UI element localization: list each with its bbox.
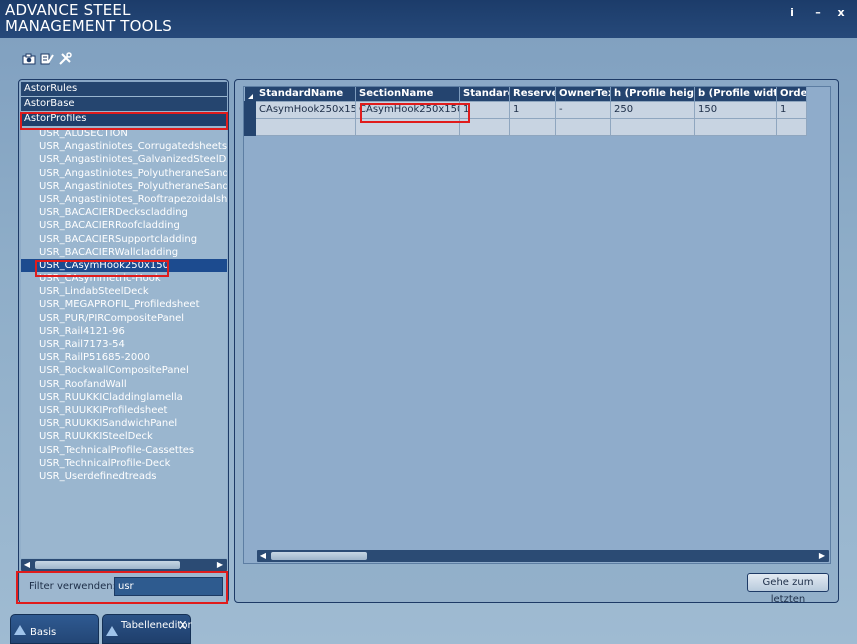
edit-icon[interactable]	[40, 52, 54, 66]
goto-last-button[interactable]: Gehe zum letzten	[747, 573, 829, 605]
toolbar	[22, 52, 72, 68]
profile-tree: AstorRules AstorBase AstorProfiles USR_A…	[21, 82, 227, 558]
tree-root-astorbase[interactable]: AstorBase	[21, 97, 227, 111]
table-cell[interactable]: -	[555, 100, 611, 119]
table-cell[interactable]	[255, 117, 356, 136]
tree-item[interactable]: USR_TechnicalProfile-Deck	[21, 457, 227, 470]
tree-item[interactable]: USR_MEGAPROFIL_Profiledsheet	[21, 298, 227, 311]
tree-item[interactable]: USR_Angastiniotes_PolyutheraneSandwichWa	[21, 180, 227, 193]
tree-item[interactable]: USR_RUUKKIProfiledsheet	[21, 404, 227, 417]
tree-item[interactable]: USR_Rail7173-54	[21, 338, 227, 351]
tree-item[interactable]: USR_TechnicalProfile-Cassettes	[21, 444, 227, 457]
column-header[interactable]: Reserved	[509, 87, 556, 101]
table-panel: StandardNameSectionNameStandardsReserved…	[234, 79, 839, 605]
table-cell[interactable]: 1	[776, 100, 807, 119]
tree-item[interactable]: USR_PUR/PIRCompositePanel	[21, 312, 227, 325]
app-title-line2: MANAGEMENT TOOLS	[5, 17, 172, 35]
tree-scroll-thumb[interactable]	[35, 561, 180, 569]
table-cell[interactable]: 1	[509, 100, 556, 119]
title-bar: ADVANCE STEEL MANAGEMENT TOOLS i – x	[0, 0, 857, 38]
grid-corner	[244, 87, 256, 101]
tree-item[interactable]: USR_BACACIERRoofcladding	[21, 219, 227, 232]
minimize-button[interactable]: –	[811, 6, 825, 19]
table-cell[interactable]	[555, 117, 611, 136]
tree-item[interactable]: USR_BACACIERWallcladding	[21, 246, 227, 259]
tree-item[interactable]: USR_RUUKKISandwichPanel	[21, 417, 227, 430]
column-header[interactable]: b (Profile width)	[694, 87, 777, 101]
profiles-panel: AstorRules AstorBase AstorProfiles USR_A…	[16, 79, 229, 604]
table-cell[interactable]: 250	[610, 100, 695, 119]
tree-item[interactable]: USR_LindabSteelDeck	[21, 285, 227, 298]
table-cell[interactable]	[694, 117, 777, 136]
column-header[interactable]: Order	[776, 87, 807, 101]
column-header[interactable]: StandardName	[255, 87, 356, 101]
tree-item[interactable]: USR_Userdefinedtreads	[21, 470, 227, 483]
tree-item[interactable]: USR_RoofandWall	[21, 378, 227, 391]
grid-scroll-thumb[interactable]	[271, 552, 367, 560]
filter-input[interactable]: usr	[114, 577, 223, 596]
close-button[interactable]: x	[834, 6, 848, 19]
tab-basis[interactable]: Basis	[10, 614, 99, 644]
table-row[interactable]: CAsymHook250x150 CAsymHook250x150 1 1-250 15…	[244, 100, 807, 119]
scroll-left-icon[interactable]: ◀	[22, 560, 32, 570]
table-cell[interactable]	[776, 117, 807, 136]
table-cell[interactable]: CAsymHook250x150	[355, 100, 460, 119]
tree-item[interactable]: USR_CAsymmetric-Hook	[21, 272, 227, 285]
column-header[interactable]: OwnerText	[555, 87, 611, 101]
table-cell[interactable]	[459, 117, 510, 136]
scroll-right-icon[interactable]: ▶	[215, 560, 225, 570]
column-header[interactable]: Standards	[459, 87, 510, 101]
tree-item[interactable]: USR_CAsymHook250x150	[21, 258, 227, 273]
column-header[interactable]: SectionName	[355, 87, 460, 101]
info-button[interactable]: i	[785, 6, 799, 19]
tree-item[interactable]: USR_Angastiniotes_PolyutheraneSandwichPa	[21, 167, 227, 180]
home-icon	[14, 625, 26, 635]
tools-icon[interactable]	[58, 52, 72, 66]
tab-close-icon[interactable]: X	[179, 619, 187, 632]
tree-item[interactable]: USR_RockwallCompositePanel	[21, 364, 227, 377]
profile-table: StandardNameSectionNameStandardsReserved…	[244, 87, 807, 136]
row-header[interactable]	[244, 100, 256, 119]
tree-root-astorrules[interactable]: AstorRules	[21, 82, 227, 96]
table-cell[interactable]	[610, 117, 695, 136]
grid-scroll-right-icon[interactable]: ▶	[817, 551, 827, 561]
column-header[interactable]: h (Profile height)	[610, 87, 695, 101]
grid-hscrollbar[interactable]: ◀ ▶	[257, 550, 829, 562]
table-cell[interactable]	[509, 117, 556, 136]
tree-item[interactable]: USR_BACACIERSupportcladding	[21, 233, 227, 246]
tree-item[interactable]: USR_ALUSECTION	[21, 127, 227, 140]
table-cell[interactable]: 1	[459, 100, 510, 119]
tree-item[interactable]: USR_RUUKKISteelDeck	[21, 430, 227, 443]
tree-item[interactable]: USR_Angastiniotes_Corrugatedsheets	[21, 140, 227, 153]
bottom-tab-bar: Basis Tabelleneditor X	[0, 612, 857, 644]
tab-editor-label: Tabelleneditor	[121, 620, 192, 631]
camera-icon[interactable]	[22, 52, 36, 66]
table-cell[interactable]: 150	[694, 100, 777, 119]
table-cell[interactable]	[355, 117, 460, 136]
filter-area: Filter verwenden: usr	[20, 572, 227, 602]
tree-root-astorprofiles[interactable]: AstorProfiles	[21, 112, 227, 126]
filter-label: Filter verwenden:	[29, 581, 117, 592]
grid-scroll-left-icon[interactable]: ◀	[258, 551, 268, 561]
tree-hscrollbar[interactable]: ◀ ▶	[21, 559, 227, 571]
new-row[interactable]	[244, 117, 807, 136]
tree-item[interactable]: USR_BACACIERDeckscladding	[21, 206, 227, 219]
tree-item[interactable]: USR_Rail4121-96	[21, 325, 227, 338]
tree-item[interactable]: USR_RUUKKICladdinglamella	[21, 391, 227, 404]
row-header[interactable]	[244, 117, 256, 136]
data-grid: StandardNameSectionNameStandardsReserved…	[243, 86, 831, 564]
tree-item[interactable]: USR_Angastiniotes_Rooftrapezoidalsheets	[21, 193, 227, 206]
tab-tabelleneditor[interactable]: Tabelleneditor X	[102, 614, 192, 644]
tab-basis-label: Basis	[30, 627, 57, 638]
table-cell[interactable]: CAsymHook250x150	[255, 100, 356, 119]
table-icon	[106, 626, 118, 636]
tree-item[interactable]: USR_RailP51685-2000	[21, 351, 227, 364]
tree-item[interactable]: USR_Angastiniotes_GalvanizedSteelDecking	[21, 153, 227, 166]
